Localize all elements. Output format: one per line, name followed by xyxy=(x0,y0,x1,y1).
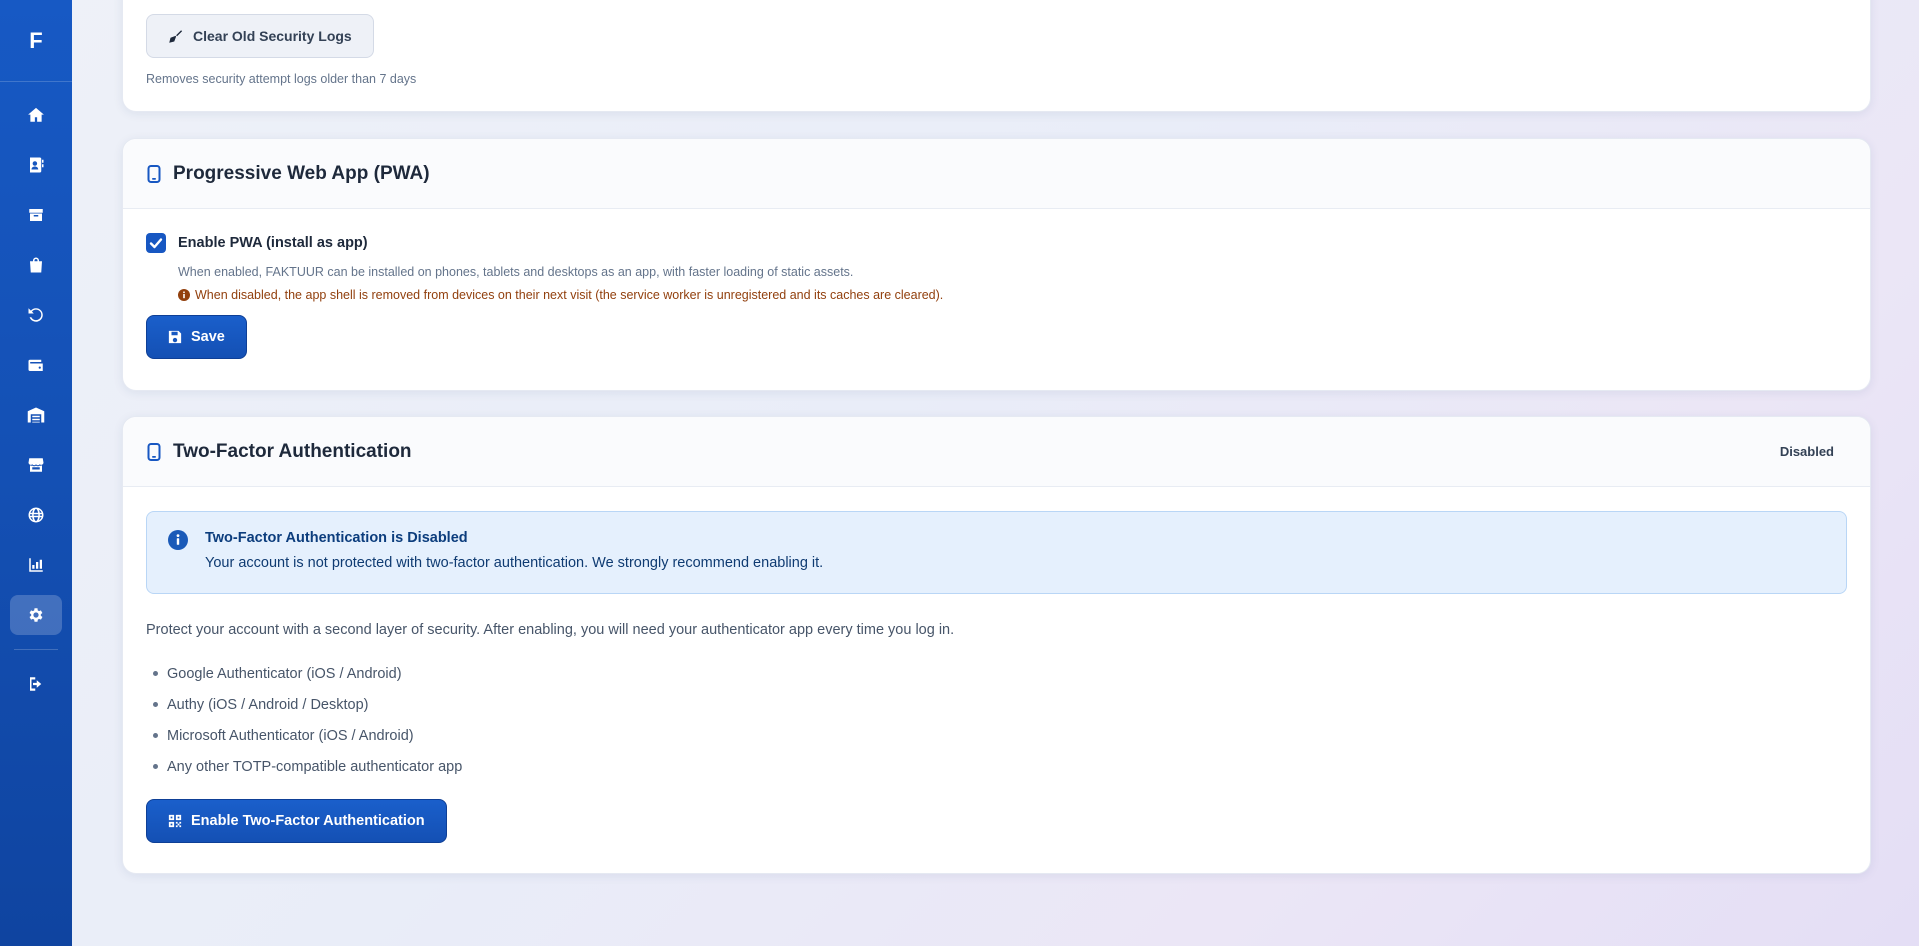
security-logs-card: Clear Old Security Logs Removes security… xyxy=(122,0,1871,112)
sidebar-item-logout[interactable] xyxy=(10,664,62,704)
home-icon xyxy=(28,107,44,122)
app-logo[interactable]: F xyxy=(0,0,72,82)
two-factor-alert-content: Two-Factor Authentication is Disabled Yo… xyxy=(205,530,823,575)
pwa-card-header: Progressive Web App (PWA) xyxy=(123,139,1870,209)
sidebar-item-wallet[interactable] xyxy=(10,345,62,385)
two-factor-card-header: Two-Factor Authentication Disabled xyxy=(123,417,1870,487)
gear-icon xyxy=(29,608,43,622)
two-factor-alert-title: Two-Factor Authentication is Disabled xyxy=(205,530,468,546)
save-pwa-label: Save xyxy=(191,329,225,345)
wallet-icon xyxy=(28,359,43,371)
warehouse-icon xyxy=(27,407,45,423)
enable-two-factor-button[interactable]: Enable Two-Factor Authentication xyxy=(146,799,447,843)
two-factor-title: Two-Factor Authentication xyxy=(173,440,412,462)
pwa-help-text: When enabled, FAKTUUR can be installed o… xyxy=(178,265,854,279)
chart-bar-icon xyxy=(29,558,43,572)
sidebar-item-home[interactable] xyxy=(10,95,62,135)
enable-pwa-checkbox[interactable] xyxy=(146,233,166,253)
sidebar-nav xyxy=(10,95,62,714)
pwa-body: Enable PWA (install as app) When enabled… xyxy=(123,209,1870,383)
pwa-title: Progressive Web App (PWA) xyxy=(173,162,430,184)
pwa-warning-text: When disabled, the app shell is removed … xyxy=(195,288,944,302)
security-logs-note: Removes security attempt logs older than… xyxy=(146,72,417,86)
broom-icon xyxy=(169,29,183,43)
list-item: Google Authenticator (iOS / Android) xyxy=(146,658,1847,689)
checkmark-icon xyxy=(149,238,163,249)
sidebar-item-reports[interactable] xyxy=(10,545,62,585)
sidebar-item-history[interactable] xyxy=(10,295,62,335)
logout-icon xyxy=(30,677,42,691)
info-circle-icon xyxy=(178,289,190,301)
enable-pwa-row[interactable]: Enable PWA (install as app) xyxy=(146,233,1847,253)
qrcode-icon xyxy=(168,814,182,828)
sidebar-item-warehouse[interactable] xyxy=(10,395,62,435)
sidebar-item-products[interactable] xyxy=(10,195,62,235)
sidebar-item-contacts[interactable] xyxy=(10,145,62,185)
history-icon xyxy=(28,308,43,322)
sidebar-item-store[interactable] xyxy=(10,445,62,485)
enable-pwa-label: Enable PWA (install as app) xyxy=(178,235,368,251)
pwa-card: Progressive Web App (PWA) Enable PWA (in… xyxy=(122,138,1871,391)
sidebar-divider xyxy=(14,649,58,650)
shopping-bag-icon xyxy=(30,257,42,273)
two-factor-alert: Two-Factor Authentication is Disabled Yo… xyxy=(146,511,1847,594)
mobile-icon xyxy=(147,164,161,183)
save-pwa-button[interactable]: Save xyxy=(146,315,247,359)
two-factor-body: Two-Factor Authentication is Disabled Yo… xyxy=(123,487,1870,867)
sidebar: F xyxy=(0,0,72,946)
pwa-warning: When disabled, the app shell is removed … xyxy=(178,288,1847,302)
box-icon xyxy=(29,209,43,221)
list-item: Microsoft Authenticator (iOS / Android) xyxy=(146,720,1847,751)
contacts-icon xyxy=(30,157,44,173)
sidebar-item-purchases[interactable] xyxy=(10,245,62,285)
globe-icon xyxy=(28,507,44,523)
info-circle-icon xyxy=(168,530,188,550)
floppy-disk-icon xyxy=(168,330,182,344)
sidebar-item-globe[interactable] xyxy=(10,495,62,535)
two-factor-alert-text: Your account is not protected with two-f… xyxy=(205,555,824,571)
clear-security-logs-button[interactable]: Clear Old Security Logs xyxy=(146,14,374,58)
two-factor-description: Protect your account with a second layer… xyxy=(146,622,955,638)
list-item: Authy (iOS / Android / Desktop) xyxy=(146,689,1847,720)
two-factor-card: Two-Factor Authentication Disabled Two-F… xyxy=(122,416,1871,874)
clear-security-logs-label: Clear Old Security Logs xyxy=(193,28,352,44)
enable-two-factor-label: Enable Two-Factor Authentication xyxy=(191,813,425,829)
sidebar-item-settings[interactable] xyxy=(10,595,62,635)
two-factor-status-badge: Disabled xyxy=(1779,444,1834,459)
list-item: Any other TOTP-compatible authenticator … xyxy=(146,751,1847,782)
mobile-icon xyxy=(147,442,161,461)
store-icon xyxy=(28,458,44,472)
authenticator-app-list: Google Authenticator (iOS / Android) Aut… xyxy=(146,658,1847,782)
